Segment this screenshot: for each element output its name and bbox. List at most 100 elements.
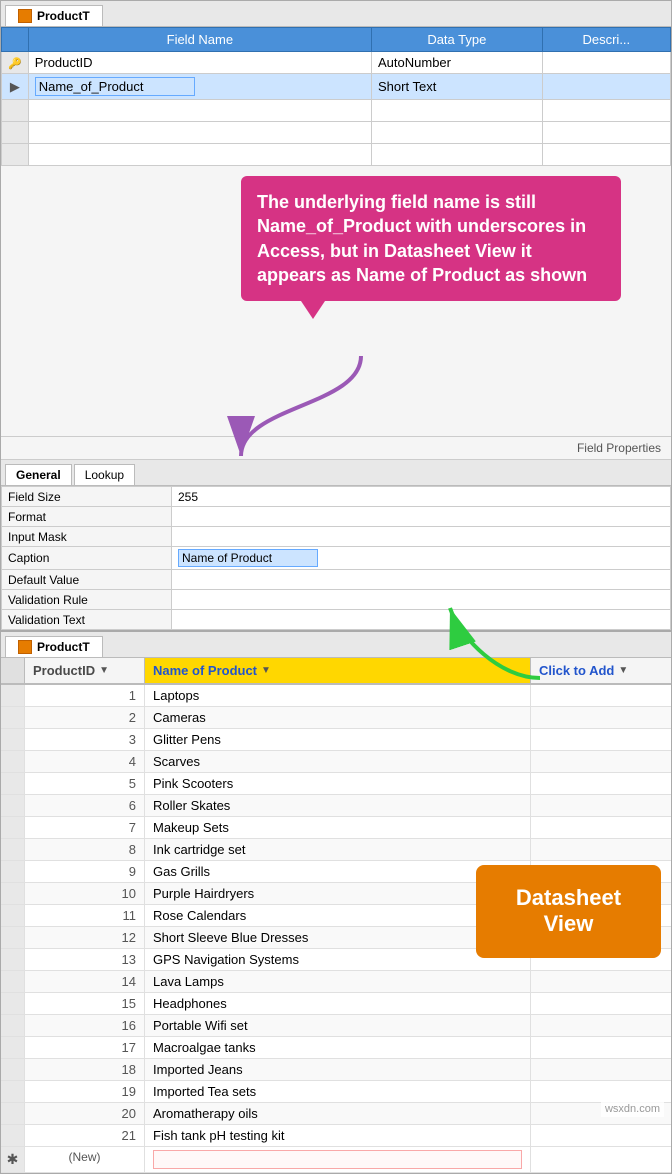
field-name-input[interactable] bbox=[35, 77, 195, 96]
row-id: 11 bbox=[25, 905, 145, 926]
row-name[interactable]: Makeup Sets bbox=[145, 817, 531, 838]
design-view: ProductT Field Name Data Type Descri... … bbox=[0, 0, 672, 631]
row-add bbox=[531, 685, 671, 706]
watermark: wsxdn.com bbox=[601, 1101, 664, 1117]
prop-value[interactable] bbox=[172, 590, 671, 610]
row-name[interactable]: Glitter Pens bbox=[145, 729, 531, 750]
row-add bbox=[531, 1037, 671, 1058]
row-id: 18 bbox=[25, 1059, 145, 1080]
key-icon: 🔑 bbox=[8, 58, 22, 70]
prop-value[interactable] bbox=[172, 570, 671, 590]
row-name[interactable]: Pink Scooters bbox=[145, 773, 531, 794]
prop-value[interactable]: 255 bbox=[172, 487, 671, 507]
table-row[interactable]: 2 Cameras bbox=[1, 707, 671, 729]
row-name[interactable]: Lava Lamps bbox=[145, 971, 531, 992]
table-row-empty-1 bbox=[2, 100, 671, 122]
row-selector bbox=[1, 751, 25, 772]
row-name[interactable]: Headphones bbox=[145, 993, 531, 1014]
table-row[interactable]: 18 Imported Jeans bbox=[1, 1059, 671, 1081]
table-row[interactable]: 3 Glitter Pens bbox=[1, 729, 671, 751]
table-row[interactable]: 20 Aromatherapy oils bbox=[1, 1103, 671, 1125]
row-id: 6 bbox=[25, 795, 145, 816]
prop-label: Format bbox=[2, 507, 172, 527]
row-id: 1 bbox=[25, 685, 145, 706]
row-add bbox=[531, 773, 671, 794]
row-name[interactable]: Imported Tea sets bbox=[145, 1081, 531, 1102]
col-productid-header[interactable]: ProductID ▼ bbox=[25, 658, 145, 683]
row-selector bbox=[1, 1059, 25, 1080]
row-id: 13 bbox=[25, 949, 145, 970]
col-name-header[interactable]: Name of Product ▼ bbox=[145, 658, 531, 683]
row-selector bbox=[1, 817, 25, 838]
table-row[interactable]: 6 Roller Skates bbox=[1, 795, 671, 817]
field-name-cell-selected[interactable] bbox=[28, 74, 371, 100]
prop-row-caption: Caption bbox=[2, 547, 671, 570]
table-row[interactable]: 19 Imported Tea sets bbox=[1, 1081, 671, 1103]
sort-icon-id: ▼ bbox=[99, 665, 109, 676]
row-selector bbox=[1, 795, 25, 816]
tab-general[interactable]: General bbox=[5, 464, 72, 485]
table-row[interactable]: 1 Laptops bbox=[1, 685, 671, 707]
design-table: Field Name Data Type Descri... 🔑 Product… bbox=[1, 27, 671, 166]
row-id: 14 bbox=[25, 971, 145, 992]
row-selector bbox=[1, 1103, 25, 1124]
table-row[interactable]: 17 Macroalgae tanks bbox=[1, 1037, 671, 1059]
row-name[interactable]: Imported Jeans bbox=[145, 1059, 531, 1080]
sort-icon-name: ▼ bbox=[261, 665, 271, 676]
row-selector bbox=[1, 905, 25, 926]
table-row[interactable]: 8 Ink cartridge set bbox=[1, 839, 671, 861]
ds-column-headers: ProductID ▼ Name of Product ▼ Click to A… bbox=[1, 658, 671, 685]
row-name[interactable]: Laptops bbox=[145, 685, 531, 706]
table-row[interactable]: 14 Lava Lamps bbox=[1, 971, 671, 993]
row-selector bbox=[1, 773, 25, 794]
row-name[interactable]: Scarves bbox=[145, 751, 531, 772]
table-row[interactable]: 4 Scarves bbox=[1, 751, 671, 773]
row-name[interactable]: Cameras bbox=[145, 707, 531, 728]
prop-value[interactable] bbox=[172, 610, 671, 630]
table-row[interactable]: 5 Pink Scooters bbox=[1, 773, 671, 795]
row-name[interactable]: Gas Grills bbox=[145, 861, 531, 882]
row-add bbox=[531, 1125, 671, 1146]
row-id: 4 bbox=[25, 751, 145, 772]
row-name[interactable]: Short Sleeve Blue Dresses bbox=[145, 927, 531, 948]
row-id: 19 bbox=[25, 1081, 145, 1102]
table-row-selected[interactable]: ▶ Short Text bbox=[2, 74, 671, 100]
design-tab[interactable]: ProductT bbox=[5, 5, 103, 26]
new-row-input[interactable] bbox=[153, 1150, 522, 1169]
caption-input[interactable] bbox=[178, 549, 318, 567]
table-row[interactable]: 🔑 ProductID AutoNumber bbox=[2, 52, 671, 74]
desc-cell bbox=[542, 52, 670, 74]
row-id: 2 bbox=[25, 707, 145, 728]
row-name[interactable]: Fish tank pH testing kit bbox=[145, 1125, 531, 1146]
prop-value[interactable] bbox=[172, 527, 671, 547]
table-row[interactable]: 16 Portable Wifi set bbox=[1, 1015, 671, 1037]
row-name[interactable]: Rose Calendars bbox=[145, 905, 531, 926]
row-name[interactable]: Roller Skates bbox=[145, 795, 531, 816]
field-name-cell: ProductID bbox=[28, 52, 371, 74]
sort-icon-add: ▼ bbox=[618, 665, 628, 676]
table-row[interactable]: 21 Fish tank pH testing kit bbox=[1, 1125, 671, 1147]
ds-tab-bar: ProductT bbox=[1, 632, 671, 658]
row-add bbox=[531, 707, 671, 728]
new-row-name[interactable] bbox=[145, 1147, 531, 1172]
row-name[interactable]: Aromatherapy oils bbox=[145, 1103, 531, 1124]
ds-callout-text: Datasheet View bbox=[516, 885, 621, 936]
row-id: 17 bbox=[25, 1037, 145, 1058]
row-selector bbox=[1, 949, 25, 970]
row-name[interactable]: Macroalgae tanks bbox=[145, 1037, 531, 1058]
ds-body: Datasheet View 1 Laptops 2 Cameras 3 Gli… bbox=[1, 685, 671, 1173]
table-row[interactable]: 15 Headphones bbox=[1, 993, 671, 1015]
row-indicator: ▶ bbox=[2, 74, 29, 100]
row-name[interactable]: GPS Navigation Systems bbox=[145, 949, 531, 970]
design-tab-bar: ProductT bbox=[1, 1, 671, 27]
ds-tab[interactable]: ProductT bbox=[5, 636, 103, 657]
tab-lookup[interactable]: Lookup bbox=[74, 464, 135, 485]
row-name[interactable]: Ink cartridge set bbox=[145, 839, 531, 860]
row-name[interactable]: Portable Wifi set bbox=[145, 1015, 531, 1036]
col-description: Descri... bbox=[542, 28, 670, 52]
prop-value-caption[interactable] bbox=[172, 547, 671, 570]
row-name[interactable]: Purple Hairdryers bbox=[145, 883, 531, 904]
table-row[interactable]: 7 Makeup Sets bbox=[1, 817, 671, 839]
table-icon bbox=[18, 9, 32, 23]
prop-value[interactable] bbox=[172, 507, 671, 527]
